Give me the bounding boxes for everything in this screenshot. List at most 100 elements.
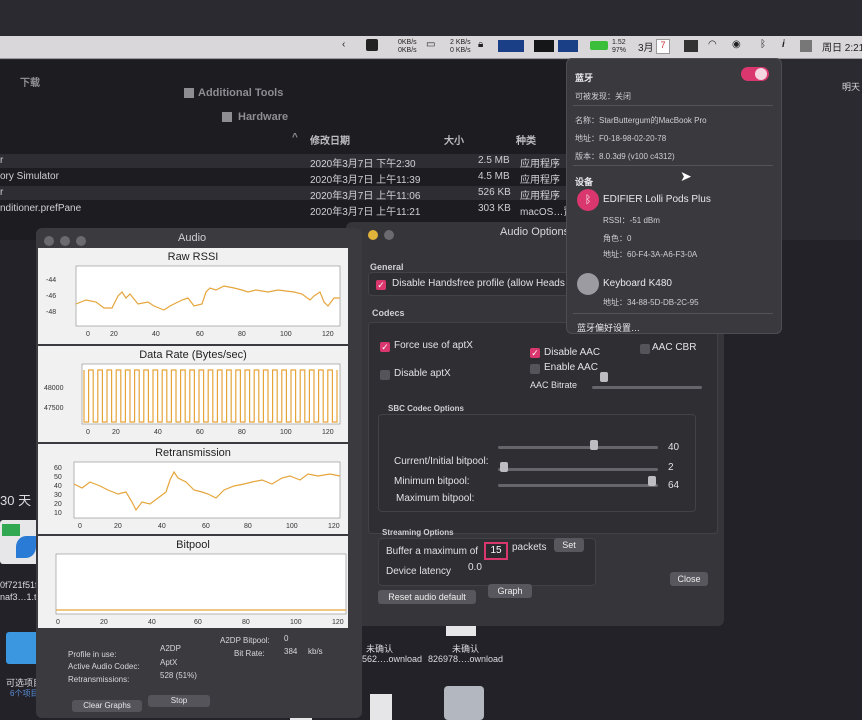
reset-audio-default-button[interactable]: Reset audio default <box>378 590 476 604</box>
file-date: 2020年3月7日 上午11:06 <box>310 191 421 202</box>
file-kind: 应用程序 <box>520 191 560 202</box>
min-bitpool-knob[interactable] <box>500 462 508 472</box>
packets-label: packets <box>512 542 547 553</box>
max-bitpool-slider[interactable] <box>498 484 658 487</box>
aac-bitrate-slider[interactable] <box>592 386 702 389</box>
latency-label: Device latency <box>386 566 452 577</box>
battery-icon[interactable] <box>590 41 608 50</box>
bluetooth-icon[interactable]: ᛒ <box>760 39 766 50</box>
enable-aac-label: Enable AAC <box>544 362 598 373</box>
force-aptx-checkbox[interactable]: ✓ <box>380 342 390 352</box>
cat-icon[interactable] <box>366 39 378 51</box>
min-bitpool-slider[interactable] <box>498 468 658 471</box>
clear-graphs-button[interactable]: Clear Graphs <box>72 700 142 712</box>
file-row[interactable]: nditioner.prefPane 2020年3月7日 上午11:21 303… <box>0 202 600 218</box>
device1-address: 地址：60-F4-3A-A6-F3-0A <box>603 250 698 259</box>
file-row[interactable]: r 2020年3月7日 上午11:06 526 KB 应用程序 <box>0 186 600 202</box>
disable-aac-checkbox[interactable]: ✓ <box>530 348 540 358</box>
installer-icon[interactable] <box>444 686 484 720</box>
disable-aptx-checkbox[interactable] <box>380 370 390 380</box>
x-tick-label: 80 <box>244 523 252 530</box>
lock-icon[interactable]: 🔒︎ <box>478 39 483 50</box>
cat-face-icon[interactable]: ◉ <box>732 39 741 50</box>
document-icon[interactable] <box>370 694 392 720</box>
zoom-window-button[interactable] <box>384 230 394 240</box>
search-icon[interactable] <box>800 40 812 52</box>
y-tick-label: 47500 <box>44 405 64 412</box>
device1-name[interactable]: EDIFIER Lolli Pods Plus <box>603 194 711 205</box>
x-tick-label: 60 <box>196 331 204 338</box>
current-bitpool-value: 40 <box>668 442 680 453</box>
folder-icon <box>222 112 232 122</box>
device2-name[interactable]: Keyboard K480 <box>603 278 672 289</box>
file-kind: 应用程序 <box>520 159 560 170</box>
bird-icon <box>16 536 36 558</box>
close-button[interactable]: Close <box>670 572 708 586</box>
x-tick-label: 80 <box>238 331 246 338</box>
y-tick-label: 48000 <box>44 385 64 392</box>
x-tick-label: 0 <box>78 523 82 530</box>
graph-button[interactable]: Graph <box>488 584 532 598</box>
x-tick-label: 20 <box>100 619 108 626</box>
codecs-heading: Codecs <box>372 308 405 318</box>
x-tick-label: 100 <box>280 331 292 338</box>
gpu-graph-icon[interactable] <box>558 40 578 52</box>
device1-role: 角色：0 <box>603 234 632 243</box>
window-title: Audio <box>178 232 207 244</box>
chevron-left-icon[interactable]: ‹ <box>342 39 345 50</box>
buffer-input[interactable]: 15 <box>484 542 508 560</box>
monitor-icon[interactable]: ▭ <box>426 39 435 50</box>
wifi-icon[interactable]: ◠ <box>708 39 717 50</box>
app-icon[interactable] <box>684 40 698 52</box>
aac-bitrate-knob[interactable] <box>600 372 608 382</box>
bluetooth-toggle[interactable] <box>741 67 769 81</box>
sort-chevron-icon[interactable]: ^ <box>292 132 298 143</box>
current-bitpool-slider[interactable] <box>498 446 658 449</box>
file-row[interactable]: ory Simulator 2020年3月7日 上午11:39 4.5 MB 应… <box>0 170 600 186</box>
x-tick-label: 20 <box>112 429 120 436</box>
column-size-header[interactable]: 大小 <box>444 132 464 147</box>
audio-window: Audio Raw RSSI -44 -46 -48 0 20 40 60 80… <box>36 228 362 718</box>
minimize-window-button[interactable] <box>60 236 70 246</box>
enable-aac-checkbox[interactable] <box>530 364 540 374</box>
profile-value: A2DP <box>160 644 181 653</box>
data-rate-plot: 48000 47500 0 20 40 60 80 100 120 <box>44 363 341 436</box>
current-bitpool-knob[interactable] <box>590 440 598 450</box>
set-button[interactable]: Set <box>554 538 584 552</box>
column-date-header[interactable]: 修改日期 <box>310 132 350 147</box>
max-bitpool-knob[interactable] <box>648 476 656 486</box>
file-name: nditioner.prefPane <box>0 203 82 214</box>
minimize-window-button[interactable] <box>368 230 378 240</box>
divider <box>573 313 773 314</box>
folder-count: 6个项目 <box>10 689 39 698</box>
a2dp-bitpool-label: A2DP Bitpool: <box>220 636 270 645</box>
clock[interactable]: 周日 2:21 <box>822 39 862 54</box>
x-tick-label: 120 <box>322 331 334 338</box>
cpu-graph-icon[interactable] <box>498 40 524 52</box>
finder-title-additional-tools: Additional Tools <box>198 87 284 99</box>
handsfree-checkbox[interactable]: ✓ <box>376 280 386 290</box>
info-icon[interactable]: i <box>782 39 785 50</box>
bluetooth-title: 蓝牙 <box>575 73 594 83</box>
plot-area <box>75 265 341 327</box>
profile-label: Profile in use: <box>68 650 117 659</box>
bluetooth-preferences[interactable]: 蓝牙偏好设置… <box>577 321 640 334</box>
y-tick-label: 30 <box>54 492 62 499</box>
x-tick-label: 80 <box>242 619 250 626</box>
close-window-button[interactable] <box>44 236 54 246</box>
file-date: 2020年3月7日 上午11:39 <box>310 175 421 186</box>
bit-rate-unit: kb/s <box>308 647 323 656</box>
file-row[interactable]: r 2020年3月7日 下午2:30 2.5 MB 应用程序 <box>0 154 600 170</box>
min-bitpool-label: Minimum bitpool: <box>394 476 470 487</box>
calendar-day[interactable]: 7 <box>656 39 670 54</box>
torrent-file-icon[interactable] <box>0 520 40 564</box>
aac-cbr-checkbox[interactable] <box>640 344 650 354</box>
column-kind-header[interactable]: 种类 <box>516 132 536 147</box>
x-tick-label: 100 <box>290 619 302 626</box>
memory-graph-icon[interactable] <box>534 40 554 52</box>
file-size: 2.5 MB <box>478 155 510 166</box>
zoom-window-button[interactable] <box>76 236 86 246</box>
x-tick-label: 60 <box>202 523 210 530</box>
stop-button[interactable]: Stop <box>148 695 210 707</box>
file-name: ory Simulator <box>0 171 59 182</box>
